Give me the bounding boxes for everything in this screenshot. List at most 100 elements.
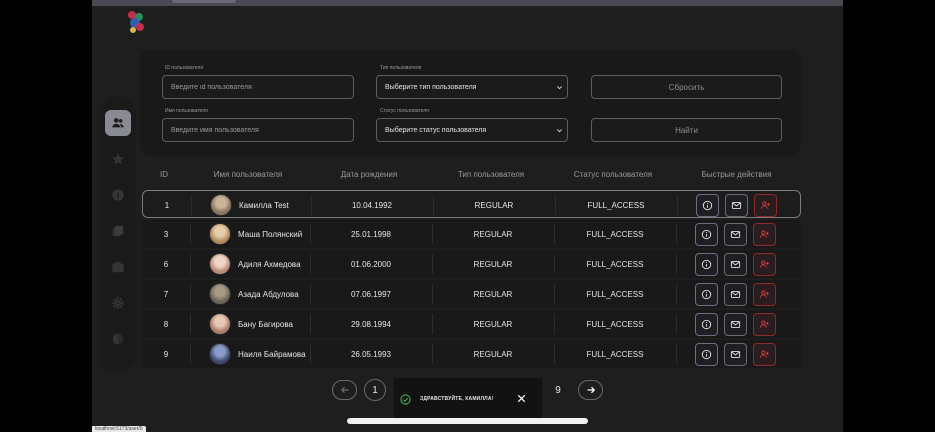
cell-birth: 29.08.1994 xyxy=(310,310,432,338)
user-status-select[interactable]: Выберите статус пользователя xyxy=(376,118,568,142)
status-text: FULL_ACCESS xyxy=(586,289,644,299)
birth-text: 29.08.1994 xyxy=(350,319,392,329)
user-info-button[interactable] xyxy=(695,343,718,366)
mail-icon xyxy=(730,231,741,238)
half-moon-icon xyxy=(112,333,124,345)
column-header-user-type: Тип пользователя xyxy=(457,170,525,179)
id-text: 6 xyxy=(163,259,169,269)
table-row[interactable]: 6 Адиля Ахмедова 01.06.2000 REGULAR FULL_ACC… xyxy=(142,250,801,278)
documents-icon xyxy=(112,225,124,237)
sidebar-item-documents[interactable] xyxy=(105,218,131,244)
page-button-current[interactable]: 1 xyxy=(364,379,386,401)
column-divider xyxy=(554,224,555,244)
cell-status: FULL_ACCESS xyxy=(554,310,676,338)
table-row[interactable]: 7 Азада Абдулова 07.06.1997 REGULAR FULL_ACC… xyxy=(142,280,801,308)
next-page-button[interactable] xyxy=(578,380,603,400)
close-icon[interactable] xyxy=(516,393,527,404)
send-message-button[interactable] xyxy=(724,283,747,306)
user-info-button[interactable] xyxy=(695,283,718,306)
find-button[interactable]: Найти xyxy=(591,118,782,142)
user-name-input[interactable] xyxy=(162,118,354,142)
id-text: 1 xyxy=(164,200,170,210)
column-divider xyxy=(555,195,556,215)
app-window: ID пользователя Тип пользователя Выберит… xyxy=(92,0,843,432)
cell-birth: 07.06.1997 xyxy=(310,280,432,308)
table-row[interactable]: 3 Маша Полянский 25.01.1998 REGULAR FULL_ACC… xyxy=(142,220,801,248)
cell-name: Азада Абдулова xyxy=(190,280,310,308)
column-divider xyxy=(554,344,555,364)
info-circle-icon xyxy=(701,289,712,300)
table-row[interactable]: 8 Бану Багирова 29.08.1994 REGULAR FULL_ACCE… xyxy=(142,310,801,338)
add-user-button[interactable] xyxy=(753,223,776,246)
status-text: FULL_ACCESS xyxy=(586,319,644,329)
cell-id: 7 xyxy=(142,280,190,308)
reset-button[interactable]: Сбросить xyxy=(591,75,782,99)
name-text: Адиля Ахмедова xyxy=(238,259,301,269)
page-button-last[interactable]: 9 xyxy=(547,379,569,401)
type-text: REGULAR xyxy=(473,289,513,299)
sidebar-item-media[interactable] xyxy=(105,254,131,280)
name-text: Бану Багирова xyxy=(238,319,293,329)
browser-tab[interactable] xyxy=(172,0,236,3)
success-check-icon xyxy=(400,394,411,405)
user-info-button[interactable] xyxy=(696,194,719,217)
mail-icon xyxy=(731,202,742,209)
user-plus-icon xyxy=(760,350,769,358)
status-text: FULL_ACCESS xyxy=(586,259,644,269)
column-header-user-status: Статус пользователя xyxy=(573,170,653,179)
user-status-selected-value: Выберите статус пользователя xyxy=(385,126,487,134)
send-message-button[interactable] xyxy=(724,313,747,336)
table-row[interactable]: 1 Камилла Test 10.04.1992 REGULAR FULL_ACCES… xyxy=(142,190,801,218)
table-row[interactable]: 9 Наиля Байрамова 26.05.1993 REGULAR FULL_AC… xyxy=(142,340,801,368)
birth-text: 25.01.1998 xyxy=(350,229,392,239)
add-user-button[interactable] xyxy=(753,283,776,306)
column-divider xyxy=(432,254,433,274)
column-divider xyxy=(676,224,677,244)
sidebar-item-users[interactable] xyxy=(105,110,131,136)
user-info-button[interactable] xyxy=(695,313,718,336)
status-text: FULL_ACCESS xyxy=(587,200,645,210)
send-message-button[interactable] xyxy=(724,343,747,366)
info-circle-icon xyxy=(702,200,713,211)
cell-status: FULL_ACCESS xyxy=(554,220,676,248)
sidebar-item-theme[interactable] xyxy=(105,326,131,352)
prev-page-button[interactable] xyxy=(332,380,357,400)
column-divider xyxy=(190,284,191,304)
app-logo xyxy=(128,11,144,33)
chevron-down-icon xyxy=(557,129,562,133)
cell-id: 8 xyxy=(142,310,190,338)
mail-icon xyxy=(730,291,741,298)
add-user-button[interactable] xyxy=(753,343,776,366)
user-id-input[interactable] xyxy=(162,75,354,99)
add-user-button[interactable] xyxy=(753,253,776,276)
info-circle-icon xyxy=(701,349,712,360)
user-plus-icon xyxy=(760,230,769,238)
add-user-button[interactable] xyxy=(754,194,777,217)
column-divider xyxy=(190,224,191,244)
add-user-button[interactable] xyxy=(753,313,776,336)
avatar xyxy=(209,253,231,275)
column-divider xyxy=(554,284,555,304)
column-header-birth-date: Дата рождения xyxy=(340,170,398,179)
home-indicator xyxy=(347,418,588,424)
column-divider xyxy=(677,195,678,215)
user-info-button[interactable] xyxy=(695,223,718,246)
send-message-button[interactable] xyxy=(725,194,748,217)
column-divider xyxy=(432,224,433,244)
send-message-button[interactable] xyxy=(724,253,747,276)
sidebar-item-settings[interactable] xyxy=(105,290,131,316)
sidebar-item-favorites[interactable] xyxy=(105,146,131,172)
user-type-select[interactable]: Выберите тип пользователя xyxy=(376,75,568,99)
send-message-button[interactable] xyxy=(724,223,747,246)
column-divider xyxy=(310,344,311,364)
user-plus-icon xyxy=(761,201,770,209)
column-divider xyxy=(554,314,555,334)
id-text: 3 xyxy=(163,229,169,239)
column-header-quick-actions: Быстрые действия xyxy=(701,170,772,179)
user-info-button[interactable] xyxy=(695,253,718,276)
column-divider xyxy=(432,314,433,334)
column-divider xyxy=(310,254,311,274)
sidebar-item-info[interactable] xyxy=(105,182,131,208)
users-icon xyxy=(112,118,124,128)
column-divider xyxy=(676,344,677,364)
